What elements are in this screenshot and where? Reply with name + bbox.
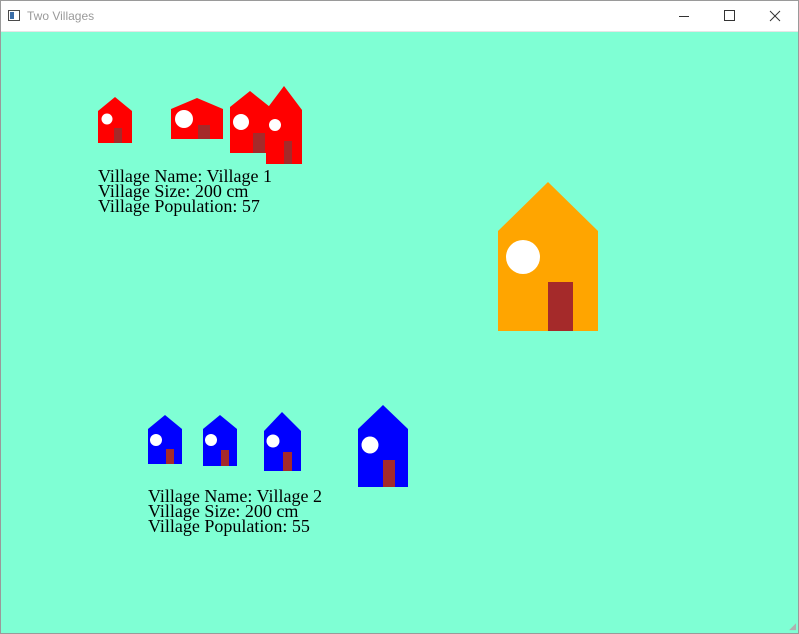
village-1-house <box>98 97 132 143</box>
window-title: Two Villages <box>27 9 95 23</box>
village-1-houses <box>98 86 302 164</box>
minimize-button[interactable] <box>660 1 706 31</box>
village-1-house <box>171 98 223 139</box>
house-door <box>253 133 265 153</box>
minimize-icon <box>679 16 689 17</box>
village-2-info: Village Name: Village 2 Village Size: 20… <box>148 487 322 536</box>
house-door <box>221 450 229 466</box>
house-door <box>114 128 122 143</box>
house-window <box>205 434 217 446</box>
title-bar[interactable]: Two Villages <box>1 1 798 32</box>
house-window <box>269 119 281 131</box>
house-window <box>361 436 379 454</box>
app-window-icon[interactable] <box>8 10 20 21</box>
maximize-button[interactable] <box>706 1 752 31</box>
village-2-house <box>264 412 301 471</box>
house-window <box>506 240 540 274</box>
village-2-house <box>148 415 182 464</box>
house-door <box>166 449 174 464</box>
village-1-info: Village Name: Village 1 Village Size: 20… <box>98 167 272 216</box>
drawing-canvas: Village Name: Village 1 Village Size: 20… <box>1 32 798 633</box>
village-2-population: Village Population: 55 <box>148 516 310 536</box>
village-1-house <box>230 91 270 153</box>
app-window: Two Villages Village Name: Village 1 Vil… <box>0 0 799 634</box>
house-window <box>233 114 249 130</box>
village-2-house <box>203 415 237 466</box>
resize-grip-icon[interactable]: ◢ <box>789 622 796 632</box>
standalone-house <box>498 182 598 331</box>
house-door <box>548 282 573 331</box>
house-window <box>175 110 193 128</box>
house-window <box>101 113 113 125</box>
village-2-house <box>358 405 408 487</box>
village-scene <box>98 86 598 487</box>
house-window <box>150 434 162 446</box>
village-1-population: Village Population: 57 <box>98 196 260 216</box>
village-1-house <box>266 86 302 164</box>
maximize-icon <box>724 10 735 21</box>
house-door <box>284 141 292 164</box>
house-window <box>266 434 280 448</box>
close-button[interactable] <box>752 1 798 31</box>
close-icon <box>769 10 781 22</box>
house-door <box>383 460 395 487</box>
village-2-houses <box>148 405 408 487</box>
house-door <box>283 452 292 471</box>
house-door <box>198 125 210 139</box>
